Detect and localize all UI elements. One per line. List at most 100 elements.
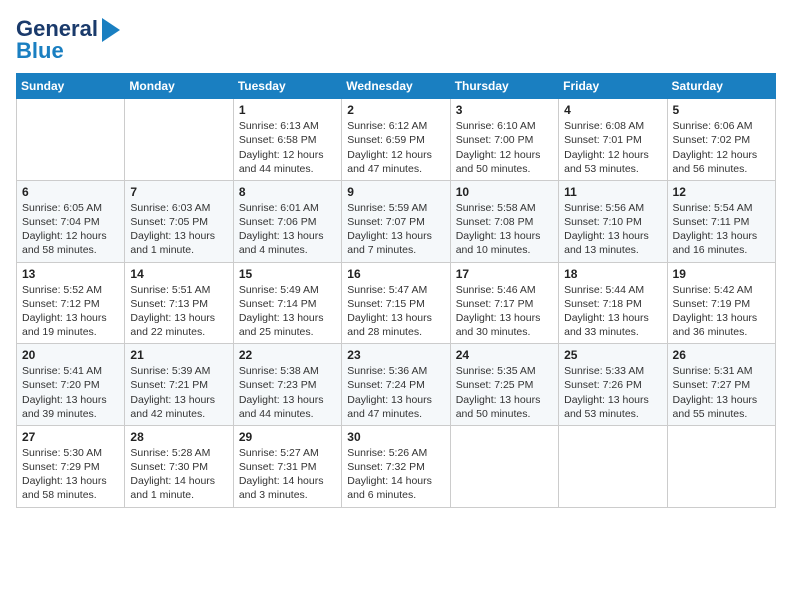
day-number: 24	[456, 348, 553, 362]
calendar-cell: 15 Sunrise: 5:49 AMSunset: 7:14 PMDayligh…	[233, 262, 341, 344]
day-info: Sunrise: 6:13 AMSunset: 6:58 PMDaylight:…	[239, 119, 336, 176]
weekday-header-tuesday: Tuesday	[233, 74, 341, 99]
calendar-cell: 25Sunrise: 5:33 AMSunset: 7:26 PMDayligh…	[559, 344, 667, 426]
calendar-cell: 16 Sunrise: 5:47 AMSunset: 7:15 PMDayligh…	[342, 262, 450, 344]
day-number: 15	[239, 267, 336, 281]
day-number: 10	[456, 185, 553, 199]
calendar-cell: 11Sunrise: 5:56 AMSunset: 7:10 PMDayligh…	[559, 180, 667, 262]
calendar-week-row: 1 Sunrise: 6:13 AMSunset: 6:58 PMDaylight…	[17, 99, 776, 181]
day-number: 22	[239, 348, 336, 362]
weekday-header-wednesday: Wednesday	[342, 74, 450, 99]
page: General Blue SundayMondayTuesdayWednesda…	[0, 0, 792, 518]
weekday-header-monday: Monday	[125, 74, 233, 99]
day-info: Sunrise: 5:26 AMSunset: 7:32 PMDaylight:…	[347, 446, 444, 503]
calendar-cell: 17 Sunrise: 5:46 AMSunset: 7:17 PMDayligh…	[450, 262, 558, 344]
day-number: 16	[347, 267, 444, 281]
day-number: 30	[347, 430, 444, 444]
day-number: 28	[130, 430, 227, 444]
calendar-cell: 14 Sunrise: 5:51 AMSunset: 7:13 PMDayligh…	[125, 262, 233, 344]
day-info: Sunrise: 5:54 AMSunset: 7:11 PMDaylight:…	[673, 201, 770, 258]
day-number: 3	[456, 103, 553, 117]
calendar-week-row: 20 Sunrise: 5:41 AMSunset: 7:20 PMDayligh…	[17, 344, 776, 426]
day-info: Sunrise: 6:08 AMSunset: 7:01 PMDaylight:…	[564, 119, 661, 176]
calendar-week-row: 27 Sunrise: 5:30 AMSunset: 7:29 PMDayligh…	[17, 425, 776, 507]
calendar-cell: 29 Sunrise: 5:27 AMSunset: 7:31 PMDayligh…	[233, 425, 341, 507]
day-info: Sunrise: 5:31 AMSunset: 7:27 PMDaylight:…	[673, 364, 770, 421]
day-number: 12	[673, 185, 770, 199]
calendar-cell: 21Sunrise: 5:39 AMSunset: 7:21 PMDayligh…	[125, 344, 233, 426]
day-number: 14	[130, 267, 227, 281]
day-info: Sunrise: 6:10 AMSunset: 7:00 PMDaylight:…	[456, 119, 553, 176]
calendar-cell: 22Sunrise: 5:38 AMSunset: 7:23 PMDayligh…	[233, 344, 341, 426]
day-number: 19	[673, 267, 770, 281]
calendar-cell: 30 Sunrise: 5:26 AMSunset: 7:32 PMDayligh…	[342, 425, 450, 507]
calendar-cell: 18 Sunrise: 5:44 AMSunset: 7:18 PMDayligh…	[559, 262, 667, 344]
calendar-cell: 19Sunrise: 5:42 AMSunset: 7:19 PMDayligh…	[667, 262, 775, 344]
day-info: Sunrise: 5:27 AMSunset: 7:31 PMDaylight:…	[239, 446, 336, 503]
day-number: 25	[564, 348, 661, 362]
calendar-cell	[125, 99, 233, 181]
calendar-cell: 10 Sunrise: 5:58 AMSunset: 7:08 PMDayligh…	[450, 180, 558, 262]
day-number: 21	[130, 348, 227, 362]
calendar-cell	[559, 425, 667, 507]
day-info: Sunrise: 6:12 AMSunset: 6:59 PMDaylight:…	[347, 119, 444, 176]
day-number: 8	[239, 185, 336, 199]
weekday-header-saturday: Saturday	[667, 74, 775, 99]
logo-text-blue: Blue	[16, 39, 64, 63]
day-info: Sunrise: 5:56 AMSunset: 7:10 PMDaylight:…	[564, 201, 661, 258]
day-info: Sunrise: 5:52 AMSunset: 7:12 PMDaylight:…	[22, 283, 119, 340]
calendar-cell: 28 Sunrise: 5:28 AMSunset: 7:30 PMDayligh…	[125, 425, 233, 507]
calendar-cell: 4 Sunrise: 6:08 AMSunset: 7:01 PMDaylight…	[559, 99, 667, 181]
day-info: Sunrise: 6:03 AMSunset: 7:05 PMDaylight:…	[130, 201, 227, 258]
calendar-cell: 3 Sunrise: 6:10 AMSunset: 7:00 PMDaylight…	[450, 99, 558, 181]
calendar-cell: 1 Sunrise: 6:13 AMSunset: 6:58 PMDaylight…	[233, 99, 341, 181]
calendar-cell: 20 Sunrise: 5:41 AMSunset: 7:20 PMDayligh…	[17, 344, 125, 426]
day-info: Sunrise: 5:51 AMSunset: 7:13 PMDaylight:…	[130, 283, 227, 340]
day-number: 20	[22, 348, 119, 362]
day-info: Sunrise: 5:41 AMSunset: 7:20 PMDaylight:…	[22, 364, 119, 421]
day-number: 29	[239, 430, 336, 444]
calendar-table: SundayMondayTuesdayWednesdayThursdayFrid…	[16, 73, 776, 507]
weekday-header-thursday: Thursday	[450, 74, 558, 99]
day-info: Sunrise: 6:06 AMSunset: 7:02 PMDaylight:…	[673, 119, 770, 176]
day-info: Sunrise: 5:46 AMSunset: 7:17 PMDaylight:…	[456, 283, 553, 340]
day-info: Sunrise: 5:47 AMSunset: 7:15 PMDaylight:…	[347, 283, 444, 340]
calendar-cell	[17, 99, 125, 181]
day-number: 26	[673, 348, 770, 362]
day-info: Sunrise: 5:30 AMSunset: 7:29 PMDaylight:…	[22, 446, 119, 503]
calendar-cell: 12 Sunrise: 5:54 AMSunset: 7:11 PMDayligh…	[667, 180, 775, 262]
day-info: Sunrise: 6:05 AMSunset: 7:04 PMDaylight:…	[22, 201, 119, 258]
day-info: Sunrise: 5:44 AMSunset: 7:18 PMDaylight:…	[564, 283, 661, 340]
calendar-cell: 24 Sunrise: 5:35 AMSunset: 7:25 PMDayligh…	[450, 344, 558, 426]
calendar-cell: 23Sunrise: 5:36 AMSunset: 7:24 PMDayligh…	[342, 344, 450, 426]
day-number: 9	[347, 185, 444, 199]
day-info: Sunrise: 5:35 AMSunset: 7:25 PMDaylight:…	[456, 364, 553, 421]
day-info: Sunrise: 6:01 AMSunset: 7:06 PMDaylight:…	[239, 201, 336, 258]
day-info: Sunrise: 5:28 AMSunset: 7:30 PMDaylight:…	[130, 446, 227, 503]
day-number: 18	[564, 267, 661, 281]
day-number: 2	[347, 103, 444, 117]
day-number: 7	[130, 185, 227, 199]
calendar-cell: 7 Sunrise: 6:03 AMSunset: 7:05 PMDaylight…	[125, 180, 233, 262]
day-number: 13	[22, 267, 119, 281]
day-number: 17	[456, 267, 553, 281]
calendar-cell: 13 Sunrise: 5:52 AMSunset: 7:12 PMDayligh…	[17, 262, 125, 344]
day-number: 27	[22, 430, 119, 444]
day-number: 4	[564, 103, 661, 117]
calendar-week-row: 6 Sunrise: 6:05 AMSunset: 7:04 PMDaylight…	[17, 180, 776, 262]
day-number: 5	[673, 103, 770, 117]
calendar-cell: 2 Sunrise: 6:12 AMSunset: 6:59 PMDaylight…	[342, 99, 450, 181]
day-info: Sunrise: 5:59 AMSunset: 7:07 PMDaylight:…	[347, 201, 444, 258]
day-info: Sunrise: 5:58 AMSunset: 7:08 PMDaylight:…	[456, 201, 553, 258]
calendar-cell: 27 Sunrise: 5:30 AMSunset: 7:29 PMDayligh…	[17, 425, 125, 507]
calendar-cell	[450, 425, 558, 507]
calendar-cell: 9 Sunrise: 5:59 AMSunset: 7:07 PMDaylight…	[342, 180, 450, 262]
calendar-cell: 5 Sunrise: 6:06 AMSunset: 7:02 PMDaylight…	[667, 99, 775, 181]
calendar-week-row: 13 Sunrise: 5:52 AMSunset: 7:12 PMDayligh…	[17, 262, 776, 344]
day-info: Sunrise: 5:49 AMSunset: 7:14 PMDaylight:…	[239, 283, 336, 340]
day-number: 1	[239, 103, 336, 117]
calendar-header-row: SundayMondayTuesdayWednesdayThursdayFrid…	[17, 74, 776, 99]
day-number: 6	[22, 185, 119, 199]
calendar-cell: 26 Sunrise: 5:31 AMSunset: 7:27 PMDayligh…	[667, 344, 775, 426]
calendar-cell: 8 Sunrise: 6:01 AMSunset: 7:06 PMDaylight…	[233, 180, 341, 262]
